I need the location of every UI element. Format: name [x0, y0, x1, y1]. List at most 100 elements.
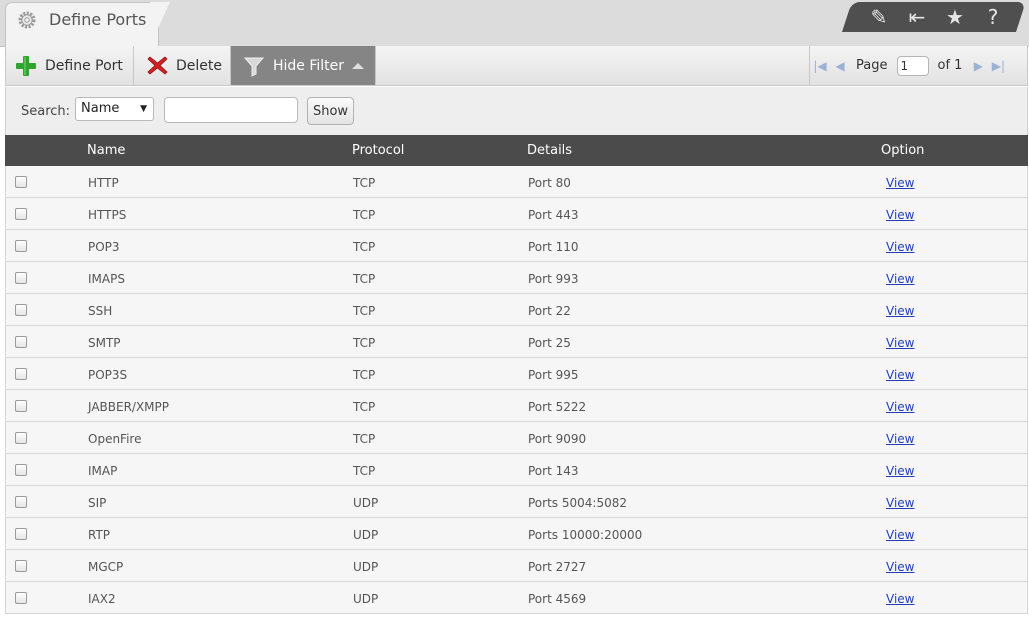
table-row[interactable]: IAX2 UDP Port 4569 View	[5, 582, 1028, 614]
table-header: Name Protocol Details Option	[5, 135, 1028, 166]
caret-up-icon	[352, 62, 365, 69]
row-checkbox[interactable]	[15, 464, 27, 476]
row-checkbox[interactable]	[15, 560, 27, 572]
cell-name: MGCP	[88, 560, 124, 574]
top-tab-bar: Define Ports ✎ ⇤ ★?	[0, 0, 1029, 47]
cell-name: HTTPS	[88, 208, 127, 222]
define-port-button[interactable]: Define Port	[6, 46, 134, 85]
page-number-input[interactable]	[897, 55, 930, 76]
delete-button[interactable]: Delete	[134, 46, 231, 85]
hide-filter-button[interactable]: Hide Filter	[231, 46, 376, 85]
row-checkbox[interactable]	[15, 176, 27, 188]
row-checkbox[interactable]	[15, 592, 27, 604]
cell-name: IMAP	[88, 464, 118, 478]
cell-protocol: TCP	[353, 208, 376, 222]
table-row[interactable]: IMAPS TCP Port 993 View	[5, 262, 1028, 294]
page-count: of 1	[937, 58, 963, 73]
view-link[interactable]: View	[886, 304, 914, 318]
cell-protocol: TCP	[353, 368, 376, 382]
search-field-select[interactable]: Name ▼	[75, 97, 154, 121]
cell-protocol: UDP	[353, 528, 379, 542]
help-icon[interactable]: ?	[974, 4, 1012, 30]
row-checkbox[interactable]	[15, 336, 27, 348]
cell-protocol: UDP	[353, 560, 379, 574]
page-label: Page	[856, 58, 888, 73]
table-row[interactable]: RTP UDP Ports 10000:20000 View	[5, 518, 1028, 550]
row-checkbox[interactable]	[15, 528, 27, 540]
cell-protocol: TCP	[353, 240, 376, 254]
cell-protocol: UDP	[353, 496, 379, 510]
search-bar: Search: Name ▼ Show	[5, 87, 1028, 135]
show-button[interactable]: Show	[307, 97, 354, 125]
view-link[interactable]: View	[886, 496, 914, 510]
cell-protocol: TCP	[353, 272, 376, 286]
view-link[interactable]: View	[886, 272, 914, 286]
view-link[interactable]: View	[886, 240, 914, 254]
view-link[interactable]: View	[886, 432, 914, 446]
pagination: |◀ ◀ Page of 1 ▶ ▶|	[809, 46, 1028, 85]
row-checkbox[interactable]	[15, 208, 27, 220]
next-page-icon[interactable]: ▶	[968, 59, 988, 73]
row-checkbox[interactable]	[15, 272, 27, 284]
cell-protocol: TCP	[353, 304, 376, 318]
cell-name: RTP	[88, 528, 111, 542]
search-input[interactable]	[164, 97, 298, 123]
table-row[interactable]: POP3 TCP Port 110 View	[5, 230, 1028, 262]
edit-icon[interactable]: ✎	[860, 4, 898, 30]
cell-details: Port 25	[528, 336, 571, 350]
view-link[interactable]: View	[886, 176, 914, 190]
column-header-protocol[interactable]: Protocol	[352, 143, 404, 158]
cell-name: POP3S	[88, 368, 128, 382]
delete-x-icon	[147, 56, 168, 75]
tab-define-ports[interactable]: Define Ports	[5, 2, 159, 46]
cell-details: Port 9090	[528, 432, 587, 446]
cell-details: Port 5222	[528, 400, 587, 414]
row-checkbox[interactable]	[15, 304, 27, 316]
prev-page-icon[interactable]: ◀	[830, 59, 850, 73]
view-link[interactable]: View	[886, 400, 914, 414]
row-checkbox[interactable]	[15, 240, 27, 252]
view-link[interactable]: View	[886, 560, 914, 574]
row-checkbox[interactable]	[15, 496, 27, 508]
plus-icon	[16, 55, 36, 76]
column-header-details[interactable]: Details	[527, 143, 572, 158]
cell-name: JABBER/XMPP	[88, 400, 170, 414]
cell-protocol: TCP	[353, 464, 376, 478]
row-checkbox[interactable]	[15, 400, 27, 412]
table-row[interactable]: OpenFire TCP Port 9090 View	[5, 422, 1028, 454]
table-row[interactable]: HTTP TCP Port 80 View	[5, 166, 1028, 198]
cell-protocol: TCP	[353, 432, 376, 446]
star-icon[interactable]: ★	[936, 4, 974, 30]
cell-details: Ports 10000:20000	[528, 528, 643, 542]
table-row[interactable]: SSH TCP Port 22 View	[5, 294, 1028, 326]
collapse-icon[interactable]: ⇤	[898, 4, 936, 30]
delete-label: Delete	[176, 57, 222, 74]
view-link[interactable]: View	[886, 208, 914, 222]
row-checkbox[interactable]	[15, 432, 27, 444]
view-link[interactable]: View	[886, 592, 914, 606]
cell-details: Port 143	[528, 464, 579, 478]
top-actions: ✎ ⇤ ★?	[860, 4, 1012, 30]
view-link[interactable]: View	[886, 528, 914, 542]
column-header-name[interactable]: Name	[87, 143, 125, 158]
table-row[interactable]: MGCP UDP Port 2727 View	[5, 550, 1028, 582]
cell-name: IAX2	[88, 592, 116, 606]
table-row[interactable]: HTTPS TCP Port 443 View	[5, 198, 1028, 230]
cell-details: Port 80	[528, 176, 571, 190]
table-row[interactable]: SMTP TCP Port 25 View	[5, 326, 1028, 358]
view-link[interactable]: View	[886, 464, 914, 478]
first-page-icon[interactable]: |◀	[810, 59, 830, 73]
cell-details: Port 443	[528, 208, 579, 222]
last-page-icon[interactable]: ▶|	[988, 59, 1008, 73]
view-link[interactable]: View	[886, 368, 914, 382]
table-row[interactable]: SIP UDP Ports 5004:5082 View	[5, 486, 1028, 518]
cell-name: SMTP	[88, 336, 121, 350]
table-row[interactable]: IMAP TCP Port 143 View	[5, 454, 1028, 486]
view-link[interactable]: View	[886, 336, 914, 350]
table-row[interactable]: POP3S TCP Port 995 View	[5, 358, 1028, 390]
page-title: Define Ports	[49, 10, 147, 29]
tab-edge	[150, 2, 170, 46]
cell-protocol: TCP	[353, 400, 376, 414]
row-checkbox[interactable]	[15, 368, 27, 380]
table-row[interactable]: JABBER/XMPP TCP Port 5222 View	[5, 390, 1028, 422]
